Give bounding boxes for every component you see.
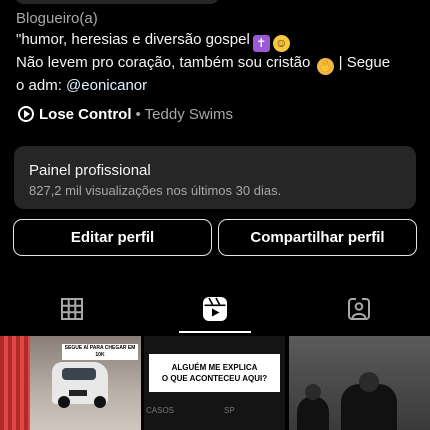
reel-thumbnail-2[interactable]: ALGUÉM ME EXPLICA O QUE ACONTECEU AQUI? … (144, 336, 285, 430)
bio-line-3: o adm: @eonicanor (16, 75, 420, 96)
wheel-graphic (58, 396, 70, 408)
profile-bio: Blogueiro(a) "humor, heresias e diversão… (16, 8, 420, 96)
profile-tabs (0, 284, 430, 334)
raised-hands-emoji-icon: ✋ (317, 58, 335, 75)
person-head-graphic (359, 372, 379, 392)
latin-cross-emoji-icon: ✝ (252, 35, 270, 52)
person-head-graphic (305, 384, 321, 400)
bio-line-2: Não levem pro coração, também sou cristã… (16, 52, 420, 75)
panel-title: Painel profissional (29, 162, 151, 179)
edit-profile-button[interactable]: Editar perfil (13, 219, 212, 256)
reel-thumbnail-3[interactable] (289, 336, 430, 430)
music-artist: • Teddy Swims (135, 105, 234, 123)
tab-posts-grid[interactable] (0, 284, 143, 334)
bio-text-2: Não levem pro coração, também sou cristã… (16, 54, 311, 71)
reels-icon (202, 297, 227, 321)
tab-tagged[interactable] (287, 284, 430, 334)
reel-caption: ALGUÉM ME EXPLICA O QUE ACONTECEU AQUI? (149, 354, 280, 392)
wheel-graphic (94, 396, 106, 408)
tab-reels[interactable] (143, 284, 286, 334)
active-tab-indicator (179, 331, 251, 333)
reels-grid: SEGUE AÍ PARA CHEGAR EM 10K ALGUÉM ME EX… (0, 336, 430, 430)
gate-graphic (0, 336, 30, 430)
reel-overlay-text: SP (224, 406, 235, 415)
bio-text-3: o adm: (16, 77, 62, 94)
bio-line-1: "humor, heresias e diversão gospel ✝ ☺ (16, 29, 420, 52)
reel-thumbnail-1[interactable]: SEGUE AÍ PARA CHEGAR EM 10K (0, 336, 141, 430)
reel-caption: SEGUE AÍ PARA CHEGAR EM 10K (62, 344, 138, 360)
panel-subtitle: 827,2 mil visualizações nos últimos 30 d… (29, 183, 282, 198)
bio-text-1: "humor, heresias e diversão gospel (16, 31, 250, 48)
professional-dashboard-panel[interactable]: Painel profissional 827,2 mil visualizaç… (14, 146, 416, 209)
reel-overlay-text: CASOS (146, 406, 175, 415)
bio-text-2-suffix: | Segue (338, 54, 391, 71)
share-profile-button[interactable]: Compartilhar perfil (218, 219, 417, 256)
bio-mention-link[interactable]: @eonicanor (66, 77, 147, 94)
grid-icon (60, 298, 83, 320)
play-circle-icon (18, 106, 34, 122)
tagged-person-icon (347, 297, 370, 320)
laughing-tears-emoji-icon: ☺ (272, 35, 290, 52)
music-song-title: Lose Control (39, 105, 132, 123)
profile-category: Blogueiro(a) (16, 10, 98, 27)
profile-music[interactable]: Lose Control • Teddy Swims (18, 104, 233, 124)
top-pill (14, 0, 220, 4)
person-graphic (297, 396, 329, 430)
